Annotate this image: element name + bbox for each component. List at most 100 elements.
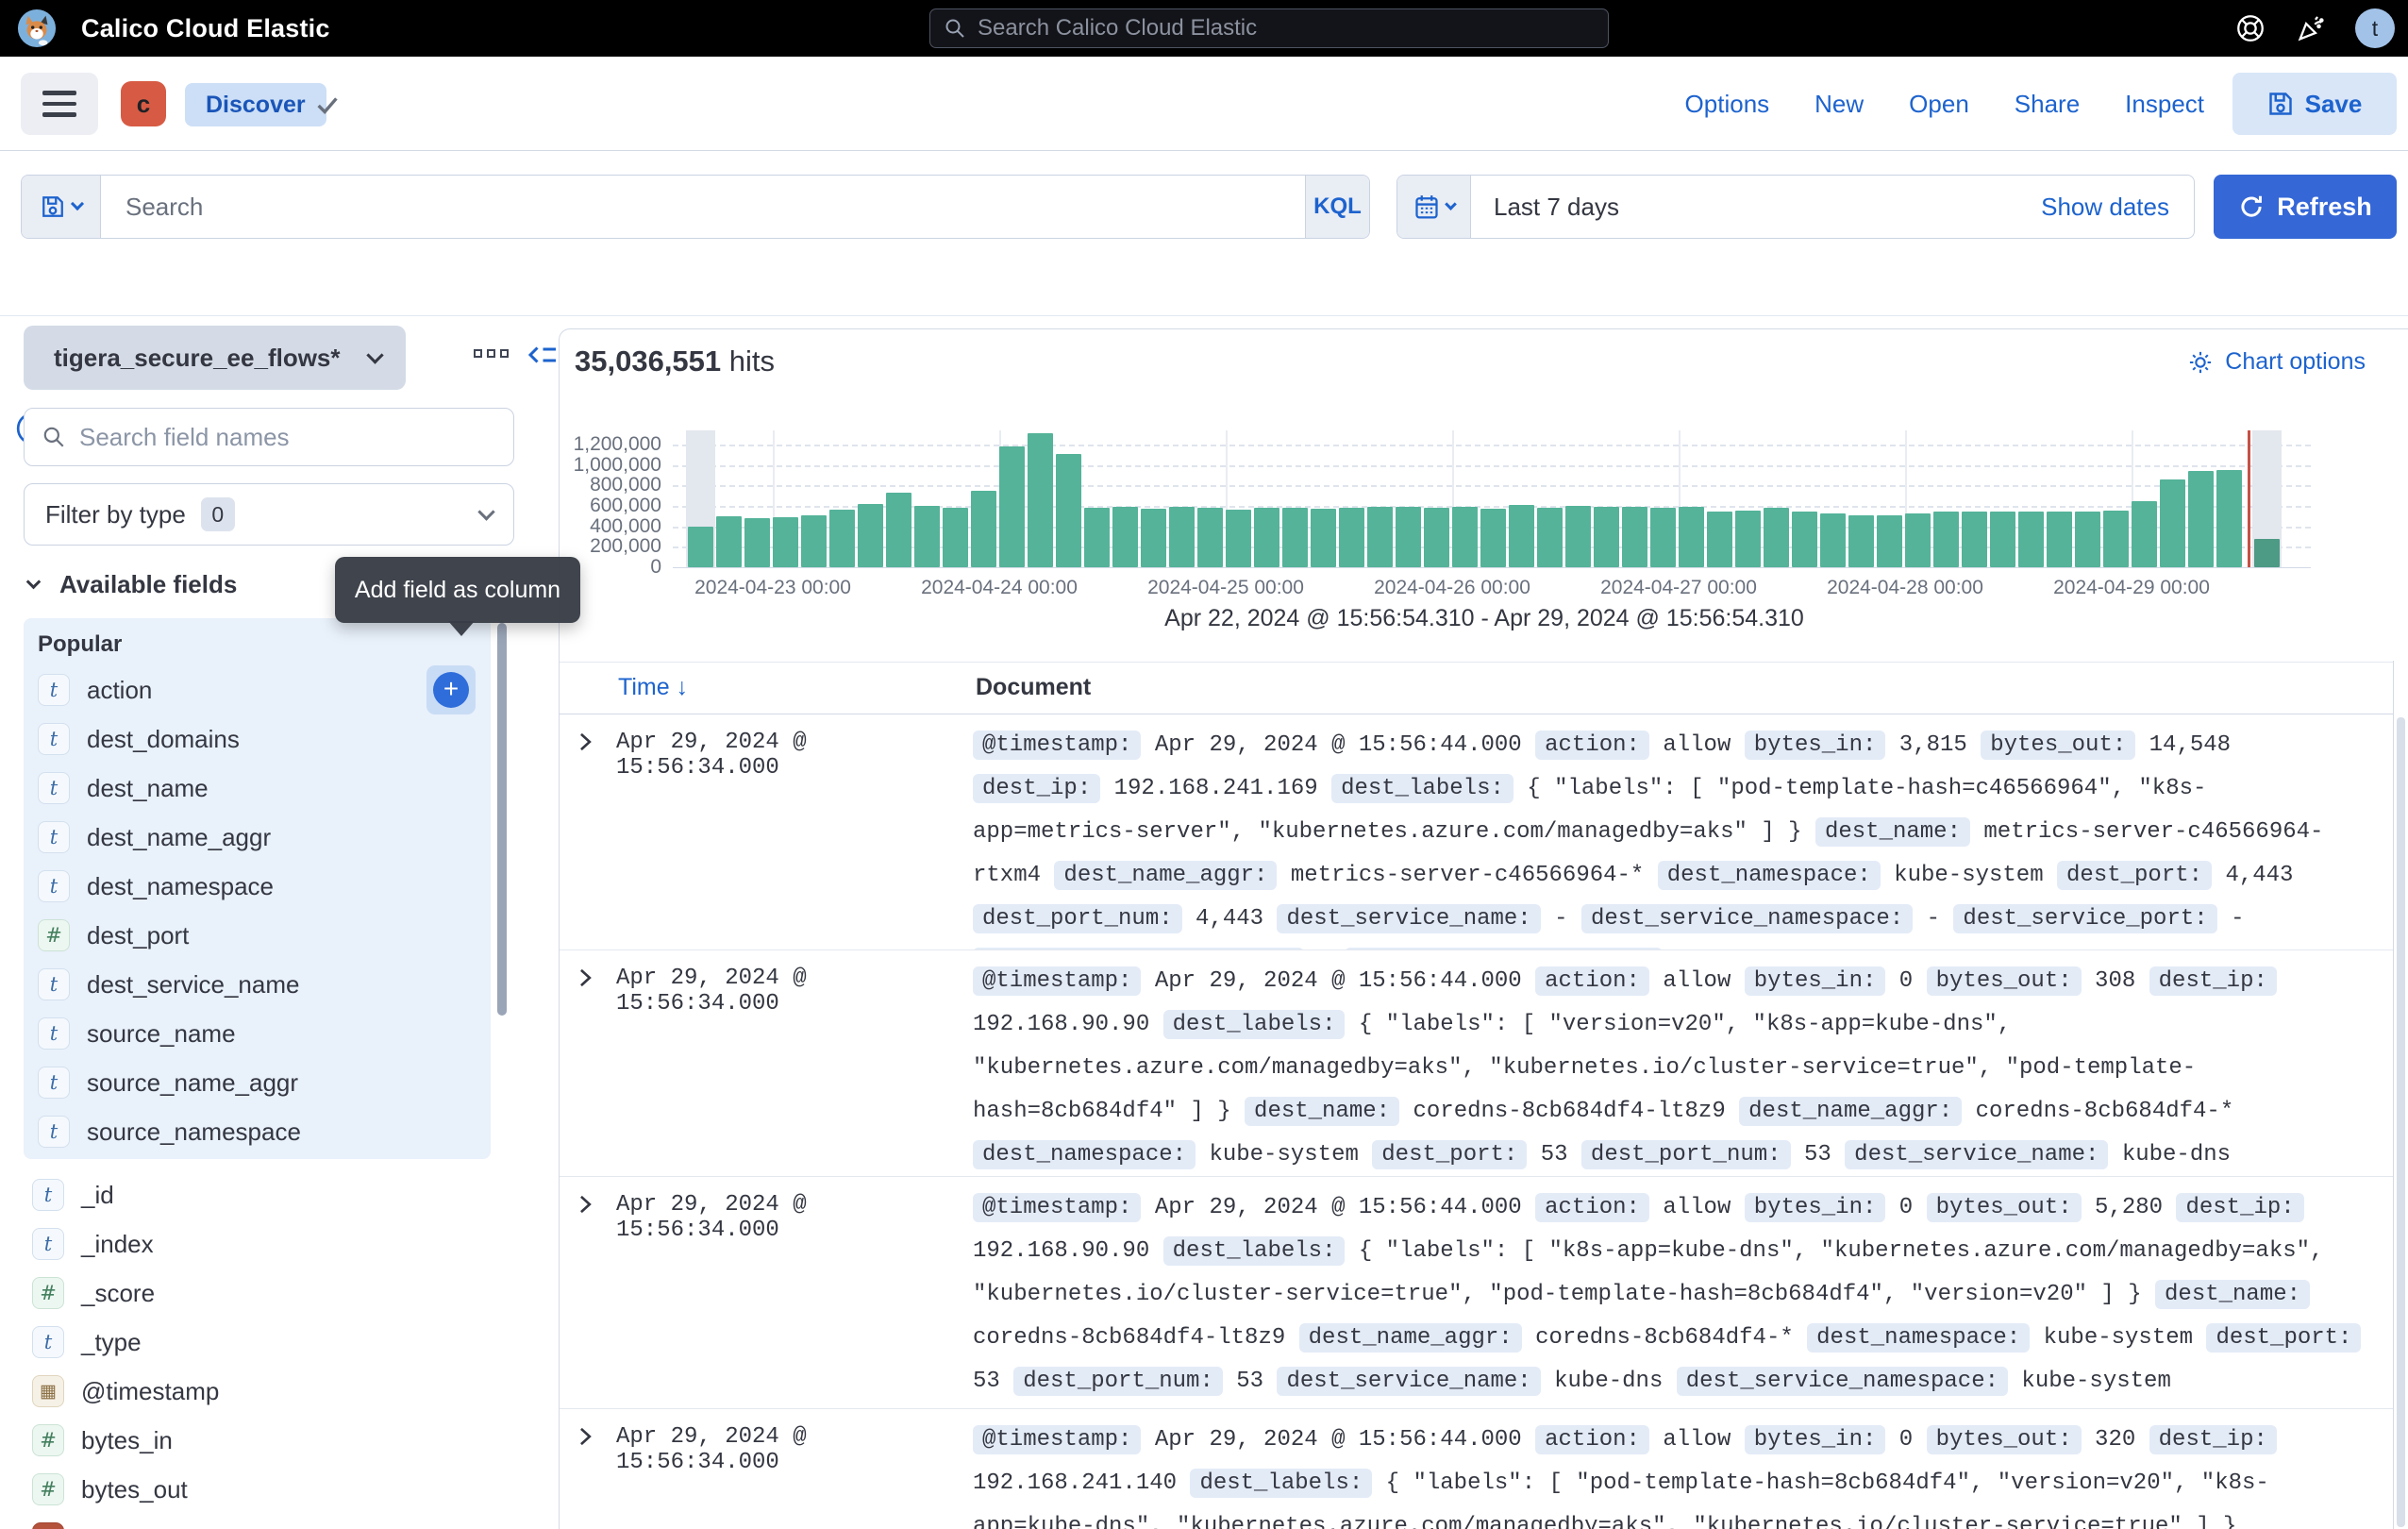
histogram-bar[interactable]: [1820, 513, 1846, 567]
global-search[interactable]: [929, 8, 1609, 48]
field-item-action[interactable]: taction+: [38, 665, 491, 714]
collapse-sidebar-icon[interactable]: [525, 338, 559, 372]
histogram-bar[interactable]: [2160, 479, 2185, 567]
news-popper-icon[interactable]: [2295, 12, 2327, 44]
histogram-bar[interactable]: [1622, 507, 1647, 567]
field-item-dest_name_aggr[interactable]: tdest_name_aggr: [38, 813, 491, 862]
expand-row-icon[interactable]: [573, 730, 597, 754]
histogram-bar[interactable]: [1424, 508, 1449, 567]
field-item-dest_namespace[interactable]: tdest_namespace: [38, 862, 491, 911]
expand-row-icon[interactable]: [573, 1424, 597, 1449]
toolbar-open-button[interactable]: Open: [1909, 90, 1969, 119]
breadcrumb[interactable]: Discover: [185, 83, 326, 126]
histogram-bar[interactable]: [1282, 508, 1308, 567]
histogram-bar[interactable]: [744, 518, 770, 567]
field-item-dest_domains[interactable]: tdest_domains: [38, 714, 491, 764]
histogram-bar[interactable]: [2188, 471, 2214, 567]
field-item-_index[interactable]: t_index: [32, 1219, 491, 1269]
query-language-button[interactable]: KQL: [1305, 176, 1369, 238]
field-options-icon[interactable]: [474, 349, 509, 358]
histogram-bar[interactable]: [688, 527, 713, 567]
histogram-bar[interactable]: [1141, 509, 1166, 567]
histogram-bar[interactable]: [1877, 515, 1902, 567]
expand-row-icon[interactable]: [573, 1192, 597, 1217]
index-pattern-select[interactable]: tigera_secure_ee_flows*: [24, 326, 406, 390]
histogram-bar[interactable]: [999, 446, 1025, 567]
histogram-bar[interactable]: [943, 508, 968, 567]
nav-menu-button[interactable]: [21, 73, 98, 135]
histogram-bar[interactable]: [2103, 511, 2129, 567]
histogram-bar[interactable]: [829, 510, 855, 567]
page-scrollbar[interactable]: [2397, 717, 2405, 1527]
available-fields-header[interactable]: Available fields: [28, 570, 237, 599]
field-search-input[interactable]: [79, 423, 496, 452]
histogram-bar[interactable]: [2075, 512, 2100, 567]
histogram-bar[interactable]: [1480, 509, 1506, 567]
histogram-bar[interactable]: [1367, 507, 1393, 567]
histogram-bar[interactable]: [1594, 507, 1619, 567]
histogram-bar[interactable]: [1339, 508, 1364, 567]
histogram-bar[interactable]: [1254, 508, 1279, 567]
filter-by-type-select[interactable]: Filter by type 0: [24, 483, 514, 546]
histogram-bar[interactable]: [1197, 508, 1223, 567]
chart-options-button[interactable]: Chart options: [2187, 348, 2366, 376]
histogram-bar[interactable]: [1650, 508, 1676, 567]
saved-query-menu-button[interactable]: [22, 176, 101, 238]
histogram-bar[interactable]: [2132, 501, 2157, 567]
field-item-source_name_aggr[interactable]: tsource_name_aggr: [38, 1058, 491, 1107]
field-item-_type[interactable]: t_type: [32, 1318, 491, 1367]
refresh-button[interactable]: Refresh: [2214, 175, 2397, 239]
histogram-bar[interactable]: [1169, 507, 1195, 567]
query-search-input[interactable]: [101, 176, 1305, 238]
histogram-bar[interactable]: [773, 517, 798, 567]
histogram-bar[interactable]: [1311, 509, 1336, 567]
field-item-source_name[interactable]: tsource_name: [38, 1009, 491, 1058]
histogram-bar-partial[interactable]: [2254, 539, 2280, 567]
histogram-bar[interactable]: [1735, 511, 1761, 567]
histogram-bar[interactable]: [1905, 513, 1931, 567]
histogram-bar[interactable]: [1084, 508, 1110, 567]
histogram-bar[interactable]: [1962, 512, 1987, 567]
histogram-bar[interactable]: [971, 491, 996, 567]
histogram-bar[interactable]: [1990, 512, 2015, 567]
histogram-bar[interactable]: [2216, 470, 2242, 567]
field-item-dest_name[interactable]: tdest_name: [38, 764, 491, 813]
histogram-bar[interactable]: [1764, 508, 1789, 567]
time-range-value[interactable]: Last 7 days: [1471, 193, 2041, 222]
toolbar-share-button[interactable]: Share: [2015, 90, 2080, 119]
histogram-bar[interactable]: [1679, 507, 1704, 567]
histogram-bar[interactable]: [1707, 512, 1732, 567]
date-picker-menu-button[interactable]: [1397, 176, 1471, 238]
toolbar-inspect-button[interactable]: Inspect: [2125, 90, 2204, 119]
field-item-bytes_out[interactable]: #bytes_out: [32, 1465, 491, 1514]
save-button[interactable]: Save: [2232, 73, 2397, 135]
field-search[interactable]: [24, 408, 514, 466]
histogram-bar[interactable]: [1112, 507, 1138, 567]
field-item-dest_port[interactable]: #dest_port: [38, 911, 491, 960]
field-item-_score[interactable]: #_score: [32, 1269, 491, 1318]
sidebar-scrollbar[interactable]: [497, 623, 507, 1016]
histogram-bar[interactable]: [1792, 512, 1817, 567]
histogram-bar[interactable]: [858, 504, 883, 567]
global-search-input[interactable]: [978, 15, 1595, 42]
histogram-bar[interactable]: [2018, 512, 2044, 567]
add-field-as-column-button[interactable]: +: [426, 665, 476, 714]
histogram-bar[interactable]: [2047, 512, 2072, 567]
histogram-bar[interactable]: [1396, 507, 1421, 567]
histogram-bar[interactable]: [1028, 433, 1053, 567]
toolbar-options-button[interactable]: Options: [1685, 90, 1770, 119]
histogram-bar[interactable]: [716, 516, 742, 567]
space-badge[interactable]: c: [121, 81, 166, 126]
help-icon[interactable]: [2234, 12, 2266, 44]
histogram-bar[interactable]: [1933, 512, 1959, 567]
expand-row-icon[interactable]: [573, 966, 597, 990]
field-item-dest_service_name[interactable]: tdest_service_name: [38, 960, 491, 1009]
field-item-source_namespace[interactable]: tsource_namespace: [38, 1107, 491, 1156]
histogram-bar[interactable]: [1056, 454, 1081, 567]
field-item-bytes_in[interactable]: #bytes_in: [32, 1416, 491, 1465]
histogram-bar[interactable]: [1452, 507, 1478, 567]
field-item-dest_ip[interactable]: IPdest_ip: [32, 1514, 491, 1529]
field-item-@timestamp[interactable]: ▦@timestamp: [32, 1367, 491, 1416]
toolbar-new-button[interactable]: New: [1814, 90, 1864, 119]
histogram-bar[interactable]: [1509, 505, 1534, 567]
